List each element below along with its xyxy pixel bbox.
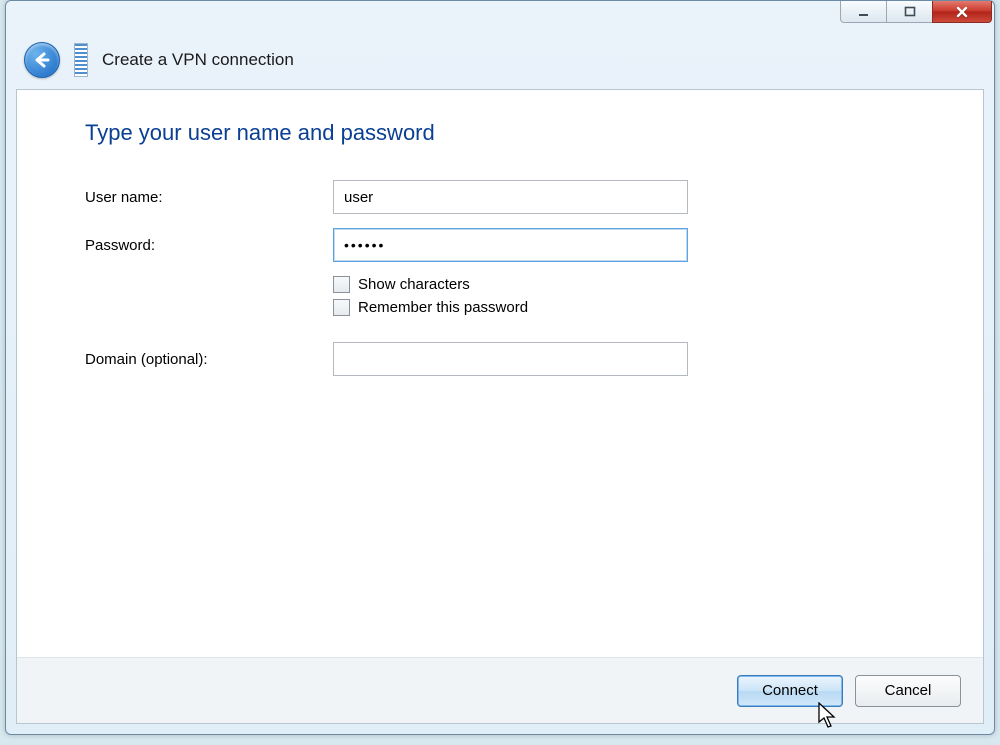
show-characters-checkbox[interactable]	[333, 276, 350, 293]
domain-row: Domain (optional):	[85, 342, 863, 376]
wizard-icon	[74, 43, 88, 77]
maximize-icon	[904, 6, 916, 18]
show-characters-row: Show characters	[333, 276, 863, 293]
domain-input[interactable]	[333, 342, 688, 376]
back-arrow-icon	[32, 50, 52, 70]
remember-password-row: Remember this password	[333, 299, 863, 316]
minimize-icon	[858, 6, 870, 18]
close-button[interactable]	[932, 1, 992, 23]
show-characters-label: Show characters	[358, 276, 470, 293]
connect-button[interactable]: Connect	[737, 675, 843, 707]
remember-password-checkbox[interactable]	[333, 299, 350, 316]
wizard-header: Create a VPN connection	[6, 31, 994, 89]
close-icon	[955, 5, 969, 19]
cancel-button[interactable]: Cancel	[855, 675, 961, 707]
maximize-button[interactable]	[886, 1, 933, 23]
domain-label: Domain (optional):	[85, 351, 333, 368]
username-label: User name:	[85, 189, 333, 206]
wizard-window: Create a VPN connection Type your user n…	[5, 0, 995, 735]
wizard-footer: Connect Cancel	[17, 657, 983, 723]
minimize-button[interactable]	[840, 1, 887, 23]
password-row: Password: ••••••	[85, 228, 863, 262]
password-label: Password:	[85, 237, 333, 254]
password-input[interactable]: ••••••	[333, 228, 688, 262]
titlebar	[6, 1, 994, 31]
back-button[interactable]	[24, 42, 60, 78]
page-heading: Type your user name and password	[85, 120, 863, 146]
wizard-title: Create a VPN connection	[102, 50, 294, 70]
content-area: Type your user name and password User na…	[17, 90, 983, 657]
username-row: User name:	[85, 180, 863, 214]
remember-password-label: Remember this password	[358, 299, 528, 316]
username-input[interactable]	[333, 180, 688, 214]
content-frame: Type your user name and password User na…	[16, 89, 984, 724]
